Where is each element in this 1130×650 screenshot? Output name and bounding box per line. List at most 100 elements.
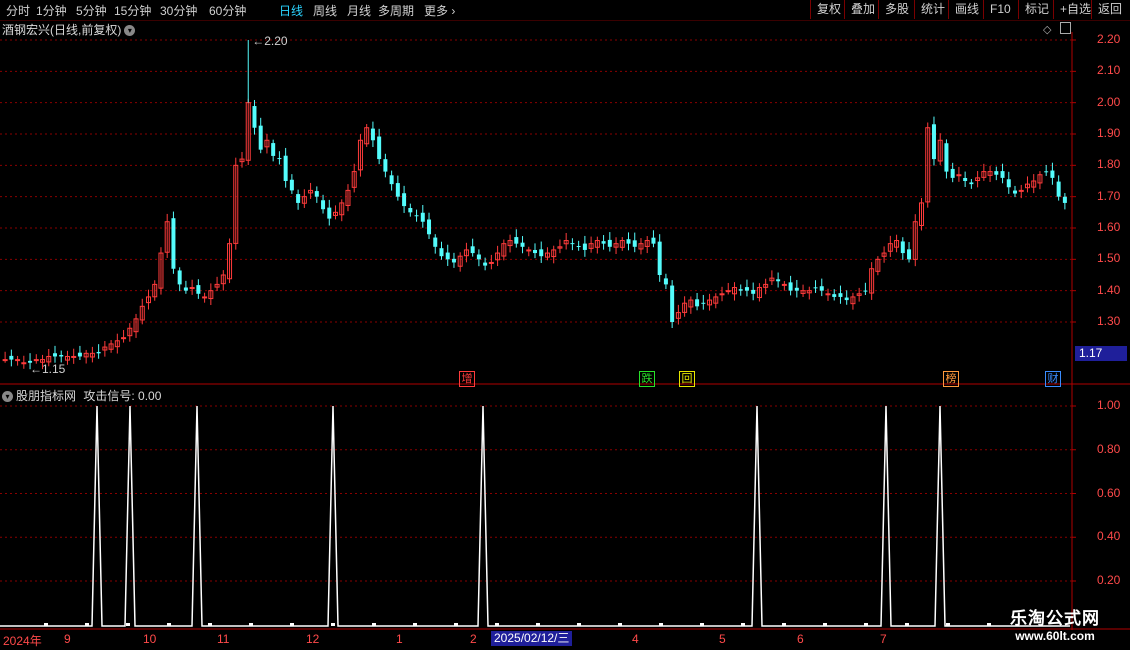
toolbar-button-6[interactable]: 标记 <box>1018 0 1055 19</box>
period-tab-0[interactable]: 分时 <box>6 2 30 19</box>
candle <box>607 232 612 252</box>
candle <box>1006 171 1011 194</box>
candle <box>370 121 375 148</box>
candle <box>321 194 326 214</box>
toolbar-button-2[interactable]: 多股 <box>878 0 915 19</box>
candle <box>427 212 432 239</box>
candle <box>570 238 575 251</box>
x-axis-label: 2 <box>470 632 477 646</box>
indicator-y-tick-label: 0.80 <box>1097 441 1121 456</box>
candle <box>408 203 413 217</box>
candle <box>345 184 351 212</box>
candle <box>501 239 507 261</box>
baseline-marker <box>536 623 540 626</box>
candle <box>327 199 332 226</box>
baseline-marker <box>208 623 212 626</box>
attack-signal-line <box>0 405 1070 627</box>
candle <box>626 232 631 251</box>
period-tab-4[interactable]: 30分钟 <box>160 2 197 19</box>
period-tab-5[interactable]: 60分钟 <box>209 2 246 19</box>
crosshair-date: 2025/02/12/三 <box>491 631 573 646</box>
indicator-y-tick-label: 1.00 <box>1097 398 1121 412</box>
period-tab-3[interactable]: 15分钟 <box>114 2 151 19</box>
candle <box>77 345 82 361</box>
toolbar-button-3[interactable]: 统计 <box>914 0 951 19</box>
baseline-marker <box>290 623 294 626</box>
candle <box>277 151 282 165</box>
indicator-chart[interactable] <box>0 385 1130 630</box>
candle <box>644 236 650 254</box>
watermark: 乐淘公式网 www.60lt.com <box>985 604 1125 643</box>
candle <box>756 283 762 302</box>
candle <box>863 282 868 296</box>
candle <box>476 249 481 267</box>
candle <box>707 293 713 311</box>
candle <box>613 237 619 255</box>
candle <box>838 285 843 304</box>
candle <box>869 262 875 300</box>
price-chart[interactable]: ←2.20 ←1.15 <box>0 32 1130 385</box>
candle <box>264 133 270 154</box>
candle <box>389 170 394 191</box>
candle <box>96 344 101 359</box>
x-axis-label: 5 <box>719 632 726 646</box>
candle <box>544 247 550 261</box>
candle <box>744 279 749 297</box>
candle <box>557 239 563 254</box>
candle <box>994 166 999 181</box>
baseline-marker <box>249 623 253 626</box>
candle <box>15 355 21 366</box>
candle <box>912 214 918 267</box>
candle <box>632 232 637 253</box>
candle <box>514 229 519 248</box>
candle <box>1031 174 1037 194</box>
price-y-tick-label: 1.90 <box>1097 126 1121 140</box>
toolbar-button-5[interactable]: F10 <box>983 0 1017 19</box>
toolbar-button-0[interactable]: 复权 <box>810 0 847 19</box>
candle <box>220 270 226 291</box>
period-tab-10[interactable]: 更多 › <box>424 2 455 19</box>
baseline-marker <box>782 623 786 626</box>
baseline-marker <box>741 623 745 626</box>
candle <box>202 292 208 303</box>
price-y-tick-label: 1.60 <box>1097 220 1121 234</box>
toolbar-button-1[interactable]: 叠加 <box>844 0 881 19</box>
candle <box>495 245 501 267</box>
candle <box>688 296 694 314</box>
high-label: ←2.20 <box>252 34 288 48</box>
candle <box>1037 171 1043 190</box>
indicator-y-tick-label: 0.40 <box>1097 529 1121 544</box>
toolbar-button-8[interactable]: 返回 <box>1091 0 1128 19</box>
period-tab-7[interactable]: 周线 <box>313 2 337 19</box>
candle <box>52 345 57 363</box>
candle <box>670 280 675 329</box>
x-axis-label: 11 <box>217 632 230 646</box>
period-tab-2[interactable]: 5分钟 <box>76 2 107 19</box>
candle <box>956 166 962 182</box>
candle <box>794 279 799 298</box>
period-tab-6[interactable]: 日线 <box>279 2 303 19</box>
candle <box>619 237 625 251</box>
candle <box>919 198 925 231</box>
toolbar-button-4[interactable]: 画线 <box>948 0 985 19</box>
candle <box>414 209 419 222</box>
candle <box>314 186 319 203</box>
period-tab-1[interactable]: 1分钟 <box>36 2 67 19</box>
period-tab-9[interactable]: 多周期 <box>378 2 414 19</box>
candle <box>738 284 743 296</box>
candle <box>227 238 233 284</box>
price-y-tick-label: 1.40 <box>1097 282 1121 297</box>
candle <box>339 199 345 222</box>
current-price-label: 1.17 <box>1075 346 1127 361</box>
candle <box>819 278 824 297</box>
candle <box>701 294 706 310</box>
period-tab-8[interactable]: 月线 <box>347 2 371 19</box>
baseline-marker <box>372 623 376 626</box>
candle <box>177 267 182 292</box>
baseline-marker <box>454 623 458 626</box>
candle <box>214 276 220 292</box>
candle <box>719 286 725 302</box>
candle <box>333 205 339 220</box>
candle <box>944 139 949 179</box>
candle <box>563 232 569 250</box>
